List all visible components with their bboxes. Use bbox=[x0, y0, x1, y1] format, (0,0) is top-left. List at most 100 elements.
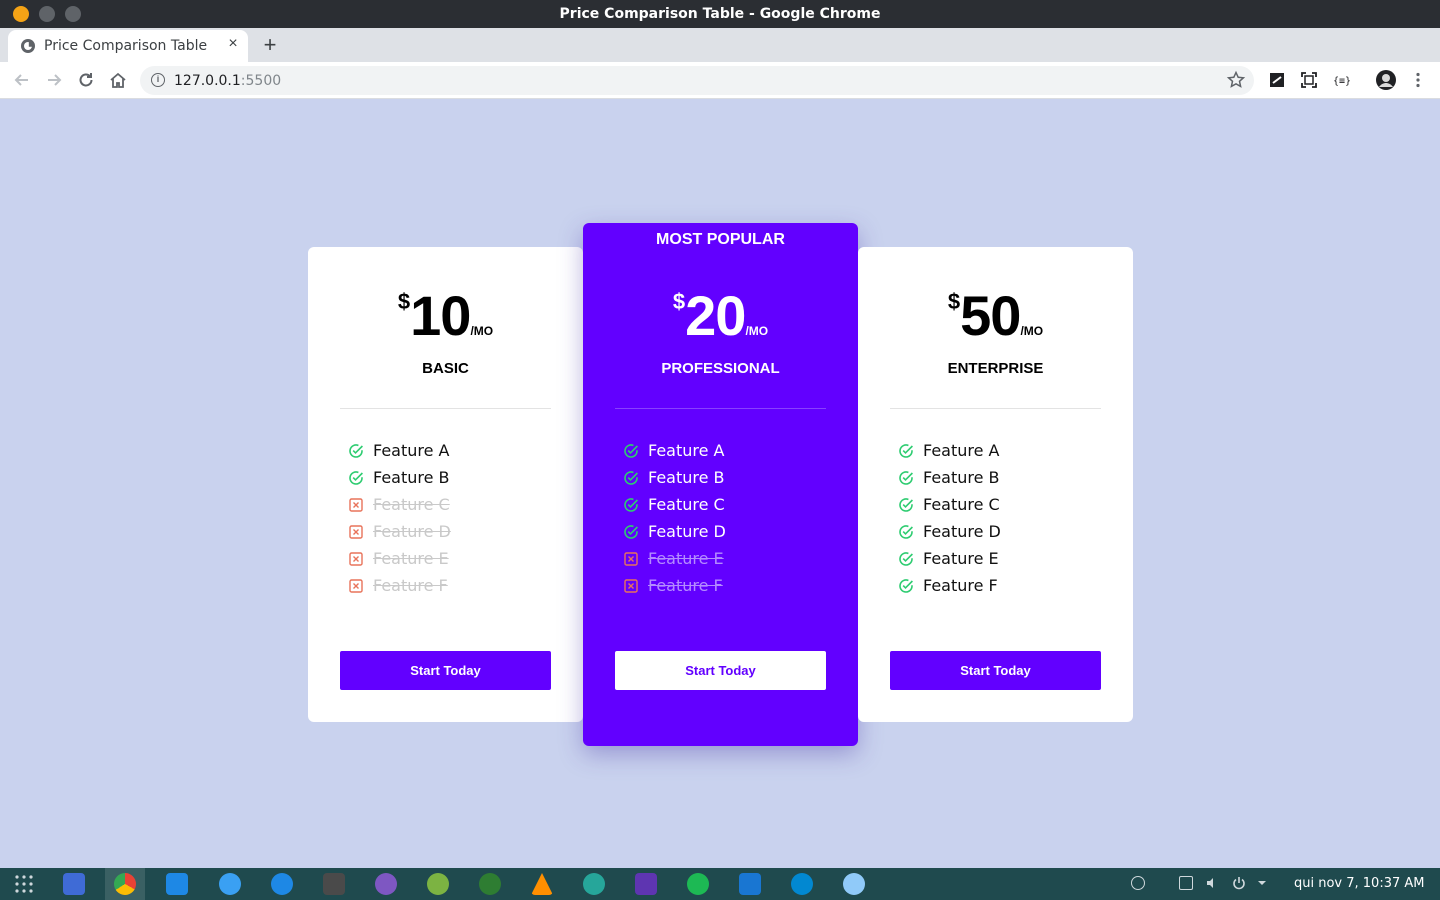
json-viewer-icon[interactable]: {≡} bbox=[1330, 69, 1352, 91]
design-app-icon[interactable] bbox=[843, 873, 865, 895]
tab-close-icon[interactable]: × bbox=[224, 35, 242, 55]
feature-label: Feature F bbox=[923, 576, 998, 595]
feature-label: Feature E bbox=[923, 549, 999, 568]
cloud-app-icon[interactable] bbox=[583, 873, 605, 895]
feature-list: Feature A Feature B Feature C Feature D Feat… bbox=[623, 437, 726, 599]
display-icon[interactable] bbox=[1179, 876, 1193, 890]
pricing-card-basic: $10/MO BASIC Feature A Feature B Feature C… bbox=[308, 247, 583, 722]
check-circle-icon bbox=[348, 470, 364, 486]
start-today-button[interactable]: Start Today bbox=[890, 651, 1101, 690]
chrome-icon[interactable] bbox=[114, 873, 136, 895]
address-bar[interactable]: i 127.0.0.1:5500 bbox=[140, 66, 1254, 95]
feature-label: Feature B bbox=[373, 468, 450, 487]
check-circle-icon bbox=[898, 578, 914, 594]
new-tab-button[interactable]: + bbox=[259, 32, 281, 58]
feature-label: Feature A bbox=[373, 441, 450, 460]
check-circle-icon bbox=[898, 497, 914, 513]
feature-label: Feature C bbox=[648, 495, 725, 514]
most-popular-badge: MOST POPULAR bbox=[656, 231, 785, 248]
feature-item: Feature B bbox=[348, 464, 451, 491]
tab-title: Price Comparison Table bbox=[44, 38, 208, 54]
cross-box-icon bbox=[348, 524, 364, 540]
download-manager-icon[interactable] bbox=[791, 873, 813, 895]
brackets-icon[interactable] bbox=[219, 873, 241, 895]
feature-label: Feature D bbox=[648, 522, 726, 541]
cross-box-icon bbox=[348, 578, 364, 594]
mongodb-icon[interactable] bbox=[479, 873, 501, 895]
store-icon[interactable] bbox=[739, 873, 761, 895]
start-today-button[interactable]: Start Today bbox=[615, 651, 826, 690]
feature-item: Feature A bbox=[898, 437, 1001, 464]
check-circle-icon bbox=[898, 443, 914, 459]
feature-label: Feature E bbox=[648, 549, 724, 568]
info-icon[interactable]: i bbox=[151, 73, 165, 87]
feature-item: Feature F bbox=[898, 572, 1001, 599]
mixer-icon[interactable] bbox=[271, 873, 293, 895]
pricing-card-professional: MOST POPULAR $20/MO PROFESSIONAL Feature… bbox=[583, 223, 858, 746]
check-circle-icon bbox=[623, 470, 639, 486]
svg-text:{≡}: {≡} bbox=[1333, 76, 1350, 87]
reload-icon[interactable] bbox=[75, 69, 97, 91]
clock[interactable]: qui nov 7, 10:37 AM bbox=[1294, 876, 1425, 891]
cross-box-icon bbox=[348, 551, 364, 567]
volume-icon[interactable] bbox=[1205, 876, 1219, 890]
feature-label: Feature D bbox=[923, 522, 1001, 541]
check-circle-icon bbox=[348, 443, 364, 459]
check-circle-icon bbox=[623, 524, 639, 540]
plan-name: ENTERPRISE bbox=[947, 360, 1044, 377]
feature-item: Feature B bbox=[623, 464, 726, 491]
feature-item: Feature E bbox=[623, 545, 726, 572]
plan-price: $20/MO bbox=[672, 284, 769, 347]
check-circle-icon bbox=[898, 551, 914, 567]
feature-item: Feature A bbox=[623, 437, 726, 464]
feature-item: Feature A bbox=[348, 437, 451, 464]
tab-strip: Price Comparison Table × + bbox=[0, 28, 1440, 62]
cross-box-icon bbox=[348, 497, 364, 513]
extension-icon[interactable] bbox=[1266, 69, 1288, 91]
feature-item: Feature E bbox=[898, 545, 1001, 572]
browser-toolbar: i 127.0.0.1:5500 {≡} bbox=[0, 62, 1440, 99]
cross-box-icon bbox=[623, 551, 639, 567]
files-icon[interactable] bbox=[63, 873, 85, 895]
feature-item: Feature C bbox=[898, 491, 1001, 518]
terminal-icon[interactable] bbox=[323, 873, 345, 895]
bookmark-star-icon[interactable] bbox=[1226, 70, 1246, 90]
start-today-button[interactable]: Start Today bbox=[340, 651, 551, 690]
menu-kebab-icon[interactable] bbox=[1407, 69, 1429, 91]
feature-label: Feature F bbox=[373, 576, 448, 595]
plan-price: $10/MO bbox=[397, 284, 494, 347]
avatar[interactable] bbox=[1375, 69, 1397, 91]
feature-item: Feature F bbox=[623, 572, 726, 599]
video-editor-icon[interactable] bbox=[635, 873, 657, 895]
feature-item: Feature D bbox=[898, 518, 1001, 545]
android-studio-icon[interactable] bbox=[427, 873, 449, 895]
plan-name: BASIC bbox=[422, 360, 469, 377]
feature-label: Feature A bbox=[648, 441, 725, 460]
power-icon[interactable] bbox=[1232, 876, 1246, 890]
app-grid-icon[interactable] bbox=[13, 873, 35, 895]
url-text: 127.0.0.1:5500 bbox=[174, 73, 282, 89]
screenshot-icon[interactable] bbox=[1298, 69, 1320, 91]
feature-label: Feature A bbox=[923, 441, 1000, 460]
chevron-down-icon[interactable] bbox=[1255, 876, 1269, 890]
spotify-icon[interactable] bbox=[687, 873, 709, 895]
network-globe-icon[interactable] bbox=[1131, 876, 1145, 890]
browser-tab[interactable]: Price Comparison Table × bbox=[8, 30, 248, 62]
vlc-icon[interactable] bbox=[531, 873, 553, 895]
eye-app-icon[interactable] bbox=[375, 873, 397, 895]
feature-list: Feature A Feature B Feature C Feature D Feat… bbox=[898, 437, 1001, 599]
divider bbox=[340, 408, 551, 409]
os-taskbar: qui nov 7, 10:37 AM bbox=[0, 868, 1440, 900]
check-circle-icon bbox=[623, 443, 639, 459]
check-circle-icon bbox=[898, 470, 914, 486]
globe-icon bbox=[21, 39, 35, 53]
back-icon[interactable] bbox=[11, 69, 33, 91]
feature-item: Feature C bbox=[348, 491, 451, 518]
feature-item: Feature C bbox=[623, 491, 726, 518]
vscode-icon[interactable] bbox=[166, 873, 188, 895]
check-circle-icon bbox=[623, 497, 639, 513]
home-icon[interactable] bbox=[107, 69, 129, 91]
feature-item: Feature D bbox=[348, 518, 451, 545]
feature-label: Feature E bbox=[373, 549, 449, 568]
forward-icon[interactable] bbox=[43, 69, 65, 91]
